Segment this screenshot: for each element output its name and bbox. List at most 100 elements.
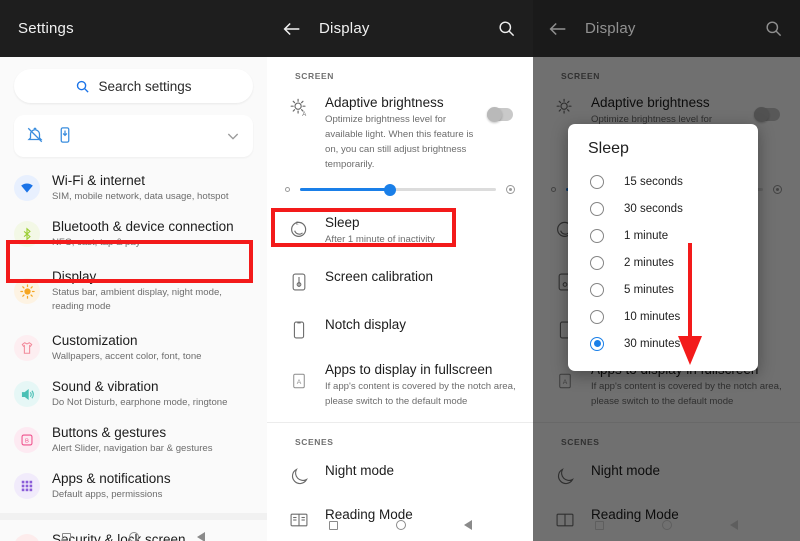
brightness-low-icon bbox=[285, 187, 290, 192]
page-title: Display bbox=[319, 20, 370, 37]
down-arrow-annotation bbox=[675, 243, 705, 373]
search-icon[interactable] bbox=[764, 19, 784, 39]
search-icon bbox=[75, 79, 90, 94]
settings-list: Wi-Fi & internet SIM, mobile network, da… bbox=[0, 165, 267, 541]
sidebar-item-label: Buttons & gestures bbox=[52, 425, 167, 440]
sleep-row[interactable]: z Sleep After 1 minute of inactivity bbox=[267, 204, 533, 257]
sidebar-item-sublabel: Alert Slider, navigation bar & gestures bbox=[52, 443, 213, 454]
row-title: Apps to display in fullscreen bbox=[325, 362, 493, 377]
sleep-option-30-seconds[interactable]: 30 seconds bbox=[568, 195, 758, 222]
screen-calibration-row[interactable]: Screen calibration bbox=[267, 257, 533, 305]
search-settings-button[interactable]: Search settings bbox=[14, 69, 253, 103]
brightness-high-icon bbox=[506, 185, 515, 194]
moon-icon bbox=[287, 464, 311, 488]
sleep-option-10-minutes[interactable]: 10 minutes bbox=[568, 303, 758, 330]
brightness-slider-row[interactable] bbox=[267, 179, 533, 204]
radio-icon[interactable] bbox=[590, 174, 604, 189]
square-nav-icon[interactable] bbox=[62, 532, 71, 541]
sidebar-item-sublabel: Wallpapers, accent color, font, tone bbox=[52, 351, 202, 362]
row-title: Adaptive brightness bbox=[325, 95, 444, 110]
night-mode-row[interactable]: Night mode bbox=[267, 453, 533, 497]
adaptive-brightness-toggle[interactable] bbox=[487, 107, 513, 122]
svg-text:A: A bbox=[302, 112, 306, 118]
back-arrow-icon[interactable] bbox=[547, 18, 569, 40]
sleep-option-1-minute[interactable]: 1 minute bbox=[568, 222, 758, 249]
settings-body: Search settings Wi-Fi & internet SIM, mo… bbox=[0, 69, 267, 541]
volume-icon bbox=[14, 381, 40, 407]
row-subtitle: If app's content is covered by the notch… bbox=[325, 381, 516, 407]
row-title: Night mode bbox=[325, 463, 395, 478]
circle-nav-icon[interactable] bbox=[395, 520, 406, 530]
radio-icon[interactable] bbox=[590, 255, 604, 270]
option-label: 30 seconds bbox=[624, 202, 683, 215]
sidebar-item-display[interactable]: Display Status bar, ambient display, nig… bbox=[0, 257, 267, 325]
radio-icon[interactable] bbox=[590, 201, 604, 216]
settings-topbar: Settings bbox=[0, 0, 267, 57]
adaptive-brightness-row[interactable]: A Adaptive brightness Optimize brightnes… bbox=[267, 87, 533, 179]
settings-panel: Settings Search settings Wi-Fi & interne… bbox=[0, 0, 267, 541]
screenshot-stage: Settings Search settings Wi-Fi & interne… bbox=[0, 0, 800, 541]
row-title: Notch display bbox=[325, 317, 407, 332]
search-icon[interactable] bbox=[497, 19, 517, 39]
back-nav-icon[interactable] bbox=[197, 532, 205, 541]
fullscreen-apps-row[interactable]: A Apps to display in fullscreen If app's… bbox=[267, 353, 533, 416]
grid-icon bbox=[14, 473, 40, 499]
option-label: 15 seconds bbox=[624, 175, 683, 188]
sidebar-item-buttons[interactable]: B Buttons & gestures Alert Slider, navig… bbox=[0, 417, 267, 463]
display-topbar: Display bbox=[533, 0, 800, 57]
sidebar-item-label: Bluetooth & device connection bbox=[52, 219, 234, 234]
sidebar-item-apps[interactable]: Apps & notifications Default apps, permi… bbox=[0, 463, 267, 509]
radio-icon-selected[interactable] bbox=[590, 336, 604, 351]
row-subtitle: After 1 minute of inactivity bbox=[325, 234, 435, 245]
radio-icon[interactable] bbox=[590, 309, 604, 324]
sidebar-item-label: Display bbox=[52, 269, 97, 284]
notch-icon bbox=[287, 318, 311, 342]
row-title: Sleep bbox=[325, 215, 360, 230]
display-panel: Display SCREEN A Adaptive brightness Opt… bbox=[267, 0, 533, 541]
sidebar-item-bluetooth[interactable]: Bluetooth & device connection NFC, cast,… bbox=[0, 211, 267, 257]
svg-text:z: z bbox=[296, 220, 299, 226]
dialog-title: Sleep bbox=[588, 140, 629, 157]
device-icon bbox=[56, 126, 76, 146]
page-title: Display bbox=[585, 20, 636, 37]
back-arrow-icon[interactable] bbox=[281, 18, 303, 40]
radio-icon[interactable] bbox=[590, 282, 604, 297]
sidebar-item-label: Sound & vibration bbox=[52, 379, 159, 394]
sleep-icon: z bbox=[287, 216, 311, 240]
sidebar-item-customization[interactable]: Customization Wallpapers, accent color, … bbox=[0, 325, 267, 371]
display-dialog-panel: Display SCREEN bbox=[533, 0, 800, 541]
sleep-option-30-minutes[interactable]: 30 minutes bbox=[568, 330, 758, 357]
display-body: SCREEN A Adaptive brightness Optimize br… bbox=[267, 57, 533, 541]
wifi-icon bbox=[14, 175, 40, 201]
option-label: 30 minutes bbox=[624, 337, 681, 350]
sidebar-item-sublabel: Do Not Disturb, earphone mode, ringtone bbox=[52, 397, 228, 408]
chevron-down-icon[interactable] bbox=[225, 128, 241, 144]
radio-icon[interactable] bbox=[590, 228, 604, 243]
sleep-option-15-seconds[interactable]: 15 seconds bbox=[568, 168, 758, 195]
svg-text:B: B bbox=[25, 438, 29, 444]
option-label: 10 minutes bbox=[624, 310, 681, 323]
sleep-option-2-minutes[interactable]: 2 minutes bbox=[568, 249, 758, 276]
section-header-screen: SCREEN bbox=[295, 71, 335, 81]
sidebar-item-sound[interactable]: Sound & vibration Do Not Disturb, earpho… bbox=[0, 371, 267, 417]
option-label: 1 minute bbox=[624, 229, 669, 242]
section-header-scenes: SCENES bbox=[295, 437, 334, 447]
square-nav-icon[interactable] bbox=[328, 520, 338, 530]
brightness-slider[interactable] bbox=[300, 183, 496, 196]
sidebar-item-wifi[interactable]: Wi-Fi & internet SIM, mobile network, da… bbox=[0, 165, 267, 211]
bell-off-icon bbox=[26, 126, 46, 146]
calibration-icon bbox=[287, 270, 311, 294]
sidebar-item-label: Customization bbox=[52, 333, 138, 348]
option-label: 2 minutes bbox=[624, 256, 674, 269]
option-label: 5 minutes bbox=[624, 283, 674, 296]
back-nav-icon[interactable] bbox=[463, 520, 472, 530]
list-section-divider bbox=[0, 513, 267, 520]
notch-display-row[interactable]: Notch display bbox=[267, 305, 533, 353]
row-subtitle: Optimize brightness level for available … bbox=[325, 114, 474, 170]
sleep-option-5-minutes[interactable]: 5 minutes bbox=[568, 276, 758, 303]
brightness-auto-icon: A bbox=[287, 96, 311, 120]
circle-nav-icon[interactable] bbox=[129, 532, 139, 541]
shirt-icon bbox=[14, 335, 40, 361]
sidebar-item-sublabel: Status bar, ambient display, night mode,… bbox=[52, 287, 222, 312]
quick-toggles-card[interactable] bbox=[14, 115, 253, 157]
